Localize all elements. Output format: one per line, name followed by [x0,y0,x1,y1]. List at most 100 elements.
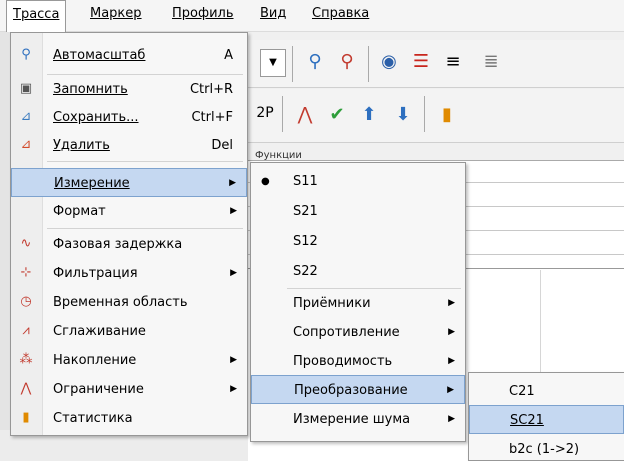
toolbar-separator [282,96,283,132]
menu-item-label: Ограничение [53,382,144,397]
menu-item-label: Сопротивление [293,325,400,340]
menu-item-impedance[interactable]: Сопротивление ▶ [251,318,465,347]
submenu-arrow-icon: ▶ [230,355,237,365]
toolbar-separator [292,46,293,82]
menu-item-accumulation[interactable]: ⁂ Накопление ▶ [11,346,247,375]
trace-menu: ⚲ Автомасштаб A ▣ Запомнить Ctrl+R ⊿ Сох… [10,32,248,436]
menu-item-limit[interactable]: ⋀ Ограничение ▶ [11,375,247,404]
submenu-arrow-icon: ▶ [230,268,237,278]
menu-profile[interactable]: Профиль [166,0,240,30]
memory-icon: ▣ [19,81,33,96]
menu-item-label: S22 [293,264,318,279]
menu-item-shortcut: Ctrl+R [189,82,233,97]
menu-bar: Трасса Маркер Профиль Вид Справка [0,0,624,32]
menu-item-admittance[interactable]: Проводимость ▶ [251,347,465,376]
marker-remove-icon[interactable]: ⚲ [334,49,360,75]
statistics-toolbar-icon[interactable]: ▮ [434,102,460,128]
menu-item-s11[interactable]: ● S11 [251,167,465,196]
filter-icon: ⊹ [20,265,32,280]
time-domain-icon: ◷ [20,294,32,309]
menu-view-label: Вид [260,6,287,21]
menu-item-measurement[interactable]: Измерение ▶ [11,168,247,197]
menu-item-label: Преобразование [294,383,408,398]
menu-item-label: S12 [293,234,318,249]
menu-item-format[interactable]: Формат ▶ [11,197,247,226]
menu-item-time-domain[interactable]: ◷ Временная область [11,288,247,317]
submenu-arrow-icon: ▶ [448,327,455,337]
menu-item-label: S21 [293,204,318,219]
menu-item-label: Запомнить [53,82,128,97]
menu-item-label: C21 [509,384,535,399]
menu-item-statistics[interactable]: ▮ Статистика [11,404,247,433]
submenu-arrow-icon: ▶ [229,178,236,188]
submenu-arrow-icon: ▶ [448,356,455,366]
menu-item-autoscale[interactable]: ⚲ Автомасштаб A [11,41,247,70]
menu-item-label: Временная область [53,295,188,310]
menu-item-label: Статистика [53,411,133,426]
limit-icon: ⋀ [20,381,32,396]
submenu-arrow-icon: ▶ [230,206,237,216]
toolbar-separator [368,46,369,82]
line-style-icon[interactable]: ≣ [478,49,504,75]
menu-item-delete[interactable]: ⊿ Удалить Del [11,131,247,160]
menu-item-b2c[interactable]: b2c (1->2) [469,435,624,461]
marker-up-icon[interactable]: ⬆ [356,102,382,128]
eye-icon[interactable]: ◉ [376,49,402,75]
menu-item-c21[interactable]: C21 [469,377,624,406]
autoscale-icon: ⚲ [21,47,31,62]
menu-item-conversion[interactable]: Преобразование ▶ [251,375,465,404]
limit-toolbar-icon[interactable]: ⋀ [292,102,318,128]
menu-item-label: Удалить [53,138,110,153]
menu-item-save[interactable]: ⊿ Сохранить... Ctrl+F [11,103,247,132]
menu-item-label: Измерение [54,176,130,191]
submenu-arrow-icon: ▶ [447,385,454,395]
marker-add-icon[interactable]: ⚲ [302,49,328,75]
menu-item-label: Формат [53,204,106,219]
statistics-icon: ▮ [22,410,30,425]
menu-separator [47,161,243,162]
save-trace-icon: ⊿ [20,109,32,124]
trace-color-icon[interactable]: ☰ [408,49,434,75]
menu-item-receivers[interactable]: Приёмники ▶ [251,289,465,318]
menu-item-filtering[interactable]: ⊹ Фильтрация ▶ [11,259,247,288]
selected-bullet-icon: ● [261,176,270,187]
menu-item-label: SC21 [510,413,544,428]
marker-check-icon[interactable]: ✔ [324,102,350,128]
menu-item-label: Приёмники [293,296,371,311]
menu-item-label: Накопление [53,353,137,368]
menu-trace[interactable]: Трасса [6,0,67,32]
menu-help[interactable]: Справка [306,0,375,30]
submenu-arrow-icon: ▶ [448,414,455,424]
menu-item-label: Сглаживание [53,324,146,339]
menu-item-shortcut: Ctrl+F [191,110,233,125]
phase-delay-icon: ∿ [20,236,32,251]
menu-item-label: Проводимость [293,354,393,369]
menu-view[interactable]: Вид [254,0,292,30]
menu-item-smoothing[interactable]: ⩘ Сглаживание [11,317,247,346]
menu-profile-label: Профиль [172,6,234,21]
menu-item-noise-measurement[interactable]: Измерение шума ▶ [251,405,465,434]
menu-item-s12[interactable]: S12 [251,227,465,256]
save-s2p-icon[interactable]: 2P [252,100,278,126]
toolbar-dropdown[interactable]: ▼ [260,49,286,77]
menu-item-label: Автомасштаб [53,48,146,63]
accumulation-icon: ⁂ [19,352,33,367]
menu-item-sc21[interactable]: SC21 [469,405,624,434]
line-width-icon[interactable]: ≡ [440,49,466,75]
marker-down-icon[interactable]: ⬇ [390,102,416,128]
menu-item-label: b2c (1->2) [509,442,580,457]
menu-item-s22[interactable]: S22 [251,257,465,286]
submenu-arrow-icon: ▶ [230,384,237,394]
menu-item-phase-delay[interactable]: ∿ Фазовая задержка [11,230,247,259]
menu-marker[interactable]: Маркер [84,0,148,30]
measurement-menu: ● S11 S21 S12 S22 Приёмники ▶ Сопротивле… [250,162,466,442]
conversion-menu: C21 SC21 b2c (1->2) [468,372,624,461]
menu-item-label: Сохранить... [53,110,139,125]
menu-item-label: Измерение шума [293,412,411,427]
menu-item-s21[interactable]: S21 [251,197,465,226]
menu-item-remember[interactable]: ▣ Запомнить Ctrl+R [11,75,247,104]
menu-separator [47,228,243,229]
menu-item-label: S11 [293,174,318,189]
menu-item-label: Фазовая задержка [53,237,183,252]
menu-item-shortcut: Del [211,138,233,153]
